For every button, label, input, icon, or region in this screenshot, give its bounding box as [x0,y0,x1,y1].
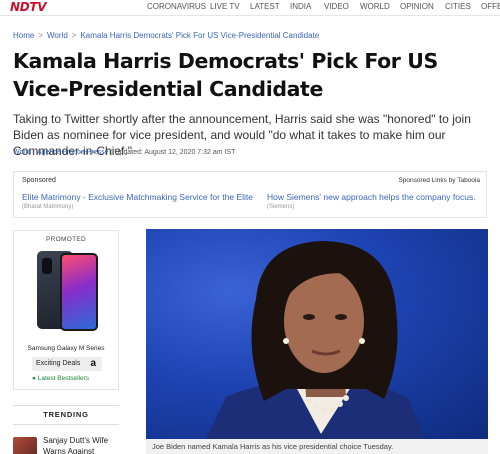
nav-offbeat[interactable]: OFFBEAT [481,2,500,11]
meta-source-link[interactable]: Agence France-Presse [37,149,109,156]
meta-divider: | [110,149,113,156]
sponsored-links: Sponsored Sponsored Links by Taboola Eli… [13,171,487,218]
promo-bestsellers-link[interactable]: ● Latest Bestsellers [32,375,89,382]
meta-category-link[interactable]: World [13,149,31,156]
breadcrumb-home[interactable]: Home [13,31,34,40]
promoted-product[interactable]: PROMOTED Samsung Galaxy M Series Excitin… [13,230,119,390]
sponsored-link-1[interactable]: Elite Matrimony - Exclusive Matchmaking … [22,192,253,202]
photo-portrait-illustration [206,241,426,439]
breadcrumb-separator-icon: > [71,31,77,40]
nav-world[interactable]: WORLD [360,2,390,11]
camera-icon [42,258,52,274]
breadcrumb-current[interactable]: Kamala Harris Democrats' Pick For US Vic… [80,31,319,40]
article-photo [146,229,488,439]
taboola-label[interactable]: Sponsored Links by Taboola [398,177,480,184]
trending-thumbnail[interactable] [13,437,37,454]
breadcrumb-world[interactable]: World [47,31,68,40]
top-navigation: NDTV CORONAVIRUS LIVE TV LATEST INDIA VI… [0,0,500,16]
meta-updated: Updated: August 12, 2020 7:32 am IST [114,149,236,156]
nav-latest[interactable]: LATEST [250,2,280,11]
nav-india[interactable]: INDIA [290,2,311,11]
breadcrumb-separator-icon: > [38,31,44,40]
sponsored-label: Sponsored [22,177,56,184]
nav-coronavirus[interactable]: CORONAVIRUS [147,2,206,11]
amazon-icon: a [90,358,96,369]
meta-divider: | [33,149,35,156]
promo-bestsellers-label: Latest Bestsellers [37,375,90,382]
sponsored-link-2[interactable]: How Siemens' new approach helps the comp… [267,192,476,202]
ndtv-logo[interactable]: NDTV [10,0,47,14]
trending-header: TRENDING [13,405,119,425]
breadcrumb: Home > World > Kamala Harris Democrats' Pick… [13,31,319,40]
promo-deals-label: Exciting Deals [36,360,81,367]
promoted-label: PROMOTED [46,236,86,243]
article-meta: World | Agence France-Presse | Updated: Augu… [13,149,235,156]
article-headline: Kamala Harris Democrats' Pick For US Vic… [13,49,438,101]
phone-front-image [60,253,98,331]
nav-video[interactable]: VIDEO [324,2,349,11]
trending-item-title[interactable]: Sanjay Dutt's Wife Warns Against [43,435,123,454]
nav-live-tv[interactable]: LIVE TV [210,2,240,11]
leaf-icon: ● [32,375,36,382]
sponsored-source-1: (Bharat Matrimony) [22,204,74,210]
nav-cities[interactable]: CITIES [445,2,471,11]
nav-opinion[interactable]: OPINION [400,2,434,11]
promo-product-name[interactable]: Samsung Galaxy M Series [14,345,118,352]
promo-deals-button[interactable]: Exciting Deals a [32,357,102,371]
photo-caption: Joe Biden named Kamala Harris as his vic… [146,439,488,454]
sponsored-source-2: (Siemens) [267,204,295,210]
